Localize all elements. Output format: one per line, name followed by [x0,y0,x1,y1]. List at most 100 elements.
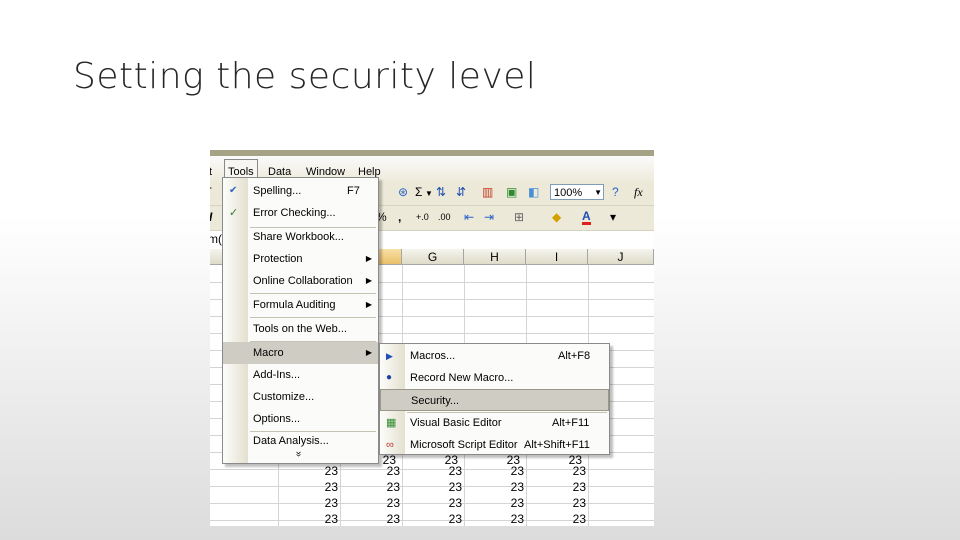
cell[interactable]: 23 [530,511,586,526]
slide-title: Setting the security level [73,56,537,97]
menu-item-label: Customize... [253,391,315,403]
menu-item-shortcut: F7 [347,185,360,197]
menu-item-label: Online Collaboration [253,275,353,287]
menu-item-macro[interactable]: Macro ▶ [223,342,378,364]
cell[interactable]: 23 [530,479,586,496]
cell[interactable]: 23 [530,495,586,512]
cell[interactable]: 23 [344,463,400,480]
menu-item-tools-on-the-web[interactable]: Tools on the Web... [223,318,378,340]
research-icon[interactable]: ⊛ [398,185,408,199]
menu-tools-fragment[interactable]: t [210,166,212,178]
column-header-g[interactable]: G [402,249,464,265]
menu-item-spelling[interactable]: ✔ Spelling... F7 [223,180,378,202]
chevron-right-icon: ▶ [365,254,372,263]
toolbar-options-icon[interactable]: ▾ [610,210,616,224]
sort-descending-icon[interactable]: ⇵ [456,185,466,199]
cell[interactable]: 23 [406,463,462,480]
chart-wizard-icon[interactable]: ▥ [482,185,493,199]
menu-item-macros[interactable]: ▶ Macros... Alt+F8 [380,345,609,367]
menu-item-formula-auditing[interactable]: Formula Auditing ▶ [223,294,378,316]
menu-item-error-checking[interactable]: ✓ Error Checking... [223,202,378,224]
function-icon[interactable]: fx [634,185,643,200]
cell[interactable]: 23 [344,479,400,496]
increase-indent-icon[interactable]: ⇥ [484,210,494,224]
menu-item-customize[interactable]: Customize... [223,386,378,408]
decrease-indent-icon[interactable]: ⇤ [464,210,474,224]
cell[interactable]: 23 [406,479,462,496]
zoom-value: 100% [554,187,583,199]
play-macro-icon: ▶ [386,351,393,361]
increase-decimal-icon[interactable]: +.0 [416,212,429,222]
chevron-down-icon[interactable]: ▼ [425,189,433,198]
menu-item-share-workbook[interactable]: Share Workbook... [223,226,378,248]
toolbar-icon-fragment[interactable]: ʃ [210,185,211,199]
error-checking-icon: ✓ [229,207,239,219]
tools-menu: ✔ Spelling... F7 ✓ Error Checking... Sha… [222,177,379,464]
zoom-select[interactable]: 100% ▼ [550,184,604,200]
fill-color-icon[interactable]: ◆ [552,210,561,224]
comma-style-icon[interactable]: , [398,210,401,224]
menu-item-label: Error Checking... [253,207,336,219]
cell[interactable]: 23 [406,495,462,512]
help-icon[interactable]: ? [612,185,619,199]
column-header-h[interactable]: H [464,249,526,265]
record-macro-icon: ● [386,372,393,383]
menu-expand[interactable]: » [223,446,378,462]
cell[interactable]: 23 [406,511,462,526]
menu-item-shortcut: Alt+F8 [558,350,591,362]
sort-ascending-icon[interactable]: ⇅ [436,185,446,199]
menu-item-label: Visual Basic Editor [410,417,502,429]
chevron-right-icon: ▶ [365,276,372,285]
cell[interactable]: 23 [530,463,586,480]
italic-icon[interactable]: I [210,210,212,224]
menu-item-label: Share Workbook... [253,231,344,243]
column-header-i[interactable]: I [526,249,588,265]
spelling-check-icon: ✔ [229,185,238,196]
chevron-right-icon: ▶ [365,348,372,357]
menu-item-label: Security... [411,395,460,407]
borders-icon[interactable]: ⊞ [514,210,524,224]
decrease-decimal-icon[interactable]: .00 [438,212,451,222]
menu-item-microsoft-script-editor[interactable]: ∞ Microsoft Script Editor Alt+Shift+F11 [380,434,609,456]
menu-item-label: Tools on the Web... [253,323,347,335]
cell[interactable]: 23 [468,463,524,480]
cell[interactable]: 23 [468,495,524,512]
menu-item-label: Macros... [410,350,456,362]
cell[interactable]: 23 [344,511,400,526]
autosum-icon[interactable]: Σ [415,185,422,199]
show-drawing-icon[interactable]: ◧ [528,185,539,199]
drawing-icon[interactable]: ▣ [506,185,517,199]
menu-item-label: Macro [253,347,284,359]
font-color-icon[interactable]: A [582,210,591,225]
menu-item-security[interactable]: Security... [380,389,609,411]
menu-item-shortcut: Alt+F11 [552,417,590,429]
chevron-down-icon: ▼ [594,188,602,197]
expand-chevron-icon: » [292,451,304,457]
script-editor-icon: ∞ [386,439,394,451]
menu-item-protection[interactable]: Protection ▶ [223,248,378,270]
chevron-right-icon: ▶ [365,300,372,309]
menu-item-add-ins[interactable]: Add-Ins... [223,364,378,386]
menu-item-shortcut: Alt+Shift+F11 [524,439,590,451]
menu-item-label: Formula Auditing [253,299,336,311]
menu-item-label: Protection [253,253,303,265]
cell[interactable]: 23 [282,495,338,512]
cell[interactable]: 23 [468,511,524,526]
column-header-j[interactable]: J [588,249,654,265]
menu-item-label: Spelling... [253,185,302,197]
visual-basic-icon: ▦ [386,417,397,429]
menu-item-label: Add-Ins... [253,369,301,381]
menu-item-record-new-macro[interactable]: ● Record New Macro... [380,367,609,389]
menu-item-visual-basic-editor[interactable]: ▦ Visual Basic Editor Alt+F11 [380,412,609,434]
menu-item-options[interactable]: Options... [223,408,378,430]
menu-item-label: Microsoft Script Editor [410,439,518,451]
macro-submenu: ▶ Macros... Alt+F8 ● Record New Macro...… [379,343,610,455]
name-box[interactable]: m( [210,232,222,246]
cell[interactable]: 23 [468,479,524,496]
menu-item-label: Record New Macro... [410,372,514,384]
cell[interactable]: 23 [344,495,400,512]
cell[interactable]: 23 [282,511,338,526]
cell[interactable]: 23 [282,463,338,480]
cell[interactable]: 23 [282,479,338,496]
menu-item-online-collaboration[interactable]: Online Collaboration ▶ [223,270,378,292]
